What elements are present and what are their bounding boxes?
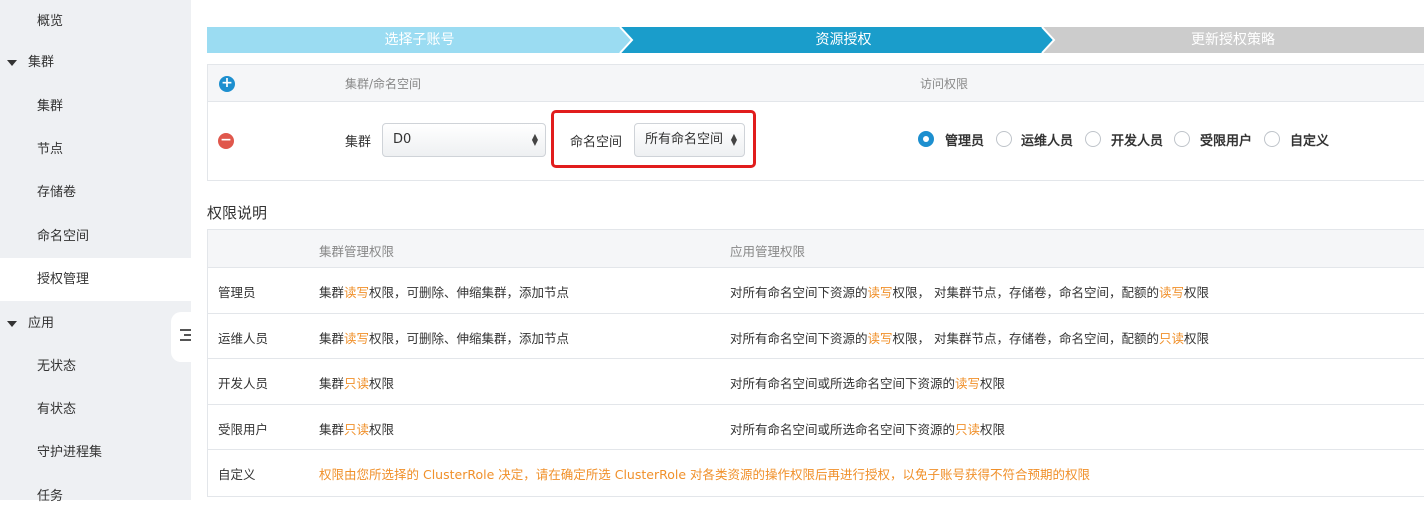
select-arrows-icon: ▲ ▼ xyxy=(531,132,538,147)
step-separator xyxy=(1041,27,1056,53)
add-row-icon[interactable]: + xyxy=(219,76,235,92)
role-label-admin: 管理员 xyxy=(945,134,985,149)
cluster-permission: 集群只读权限 xyxy=(319,421,395,437)
role-name: 自定义 xyxy=(218,467,256,482)
sidebar-item-label: 授权管理 xyxy=(37,272,90,287)
table-row: 受限用户 集群只读权限 对所有命名空间或所选命名空间下资源的只读权限 xyxy=(208,405,1424,450)
cluster-permission: 集群读写权限，可删除、伸缩集群，添加节点 xyxy=(319,330,570,346)
annotation-highlight-box xyxy=(551,110,756,168)
step-separator xyxy=(619,27,634,53)
table-row: 自定义 权限由您所选择的 ClusterRole 决定，请在确定所选 Clust… xyxy=(208,450,1424,496)
role-name: 运维人员 xyxy=(218,330,269,346)
sidebar-item-namespaces[interactable]: 命名空间 xyxy=(0,215,191,258)
role-radio-restricted[interactable] xyxy=(1174,131,1190,147)
app-permission: 对所有命名空间或所选命名空间下资源的读写权限 xyxy=(730,376,1006,391)
step-select-subaccount: 选择子账号 xyxy=(207,27,632,53)
cluster-select-value: D0 xyxy=(393,132,412,147)
step-update-policy: 更新授权策略 xyxy=(1042,27,1424,53)
role-radio-custom[interactable] xyxy=(1264,131,1280,147)
sidebar-item-label: 集群 xyxy=(28,55,55,70)
app-permission: 对所有命名空间下资源的读写权限， 对集群节点，存储卷，命名空间，配额的只读权限 xyxy=(730,330,1210,346)
sidebar-item-label: 概览 xyxy=(37,14,64,29)
step-label: 资源授权 xyxy=(815,32,872,48)
caret-down-icon xyxy=(7,321,17,327)
role-label-custom: 自定义 xyxy=(1290,134,1330,149)
app-permission: 对所有命名空间下资源的读写权限， 对集群节点，存储卷，命名空间，配额的读写权限 xyxy=(730,285,1210,300)
sidebar-item-label: 应用 xyxy=(28,316,55,331)
role-radio-dev[interactable] xyxy=(1085,131,1101,147)
role-radio-ops[interactable] xyxy=(996,131,1012,147)
sidebar-item-daemonsets[interactable]: 守护进程集 xyxy=(0,431,191,474)
header-app-permission: 应用管理权限 xyxy=(730,244,806,259)
cluster-permission: 集群只读权限 xyxy=(319,376,395,391)
role-label-dev: 开发人员 xyxy=(1111,134,1164,149)
role-name: 受限用户 xyxy=(218,421,269,437)
wizard-steps: 选择子账号 资源授权 更新授权策略 xyxy=(207,27,1424,53)
sidebar-item-label: 无状态 xyxy=(37,359,77,374)
sidebar: 概览 集群 集群 节点 存储卷 命名空间 授权管理 应用 无状态 有状态 守护进… xyxy=(0,0,191,504)
cluster-permission: 集群读写权限，可删除、伸缩集群，添加节点 xyxy=(319,285,570,300)
sidebar-item-jobs[interactable]: 任务 xyxy=(0,475,191,518)
remove-row-icon[interactable]: − xyxy=(218,133,234,149)
sidebar-item-label: 存储卷 xyxy=(37,185,77,200)
role-name: 开发人员 xyxy=(218,376,269,391)
permission-table: 集群管理权限 应用管理权限 管理员 集群读写权限，可删除、伸缩集群，添加节点 对… xyxy=(207,229,1424,497)
sidebar-item-statefulsets[interactable]: 有状态 xyxy=(0,388,191,431)
sidebar-item-nodes[interactable]: 节点 xyxy=(0,128,191,171)
table-row: 管理员 集群读写权限，可删除、伸缩集群，添加节点 对所有命名空间下资源的读写权限… xyxy=(208,268,1424,314)
sidebar-item-label: 有状态 xyxy=(37,402,77,417)
sidebar-group-cluster[interactable]: 集群 xyxy=(0,41,191,84)
sidebar-item-volumes[interactable]: 存储卷 xyxy=(0,171,191,214)
cluster-label: 集群 xyxy=(345,135,372,150)
permission-table-header: 集群管理权限 应用管理权限 xyxy=(208,230,1424,268)
table-row: 运维人员 集群读写权限，可删除、伸缩集群，添加节点 对所有命名空间下资源的读写权… xyxy=(208,314,1424,359)
cluster-select[interactable]: D0 ▲ ▼ xyxy=(382,123,546,157)
step-label: 更新授权策略 xyxy=(1191,32,1275,48)
sidebar-item-authorization[interactable]: 授权管理 xyxy=(0,258,191,301)
caret-down-icon xyxy=(7,60,17,66)
sidebar-item-label: 守护进程集 xyxy=(37,445,103,460)
sidebar-item-label: 命名空间 xyxy=(37,229,90,244)
role-label-restricted: 受限用户 xyxy=(1200,134,1253,149)
header-scope: 集群/命名空间 xyxy=(345,77,422,91)
header-access: 访问权限 xyxy=(920,77,969,91)
sidebar-item-label: 任务 xyxy=(37,489,64,504)
sidebar-item-deployments[interactable]: 无状态 xyxy=(0,345,191,388)
step-resource-authorization: 资源授权 xyxy=(620,27,1067,53)
sidebar-item-label: 集群 xyxy=(37,99,64,114)
role-name: 管理员 xyxy=(218,285,256,300)
sidebar-item-overview[interactable]: 概览 xyxy=(0,0,191,43)
sidebar-group-apps[interactable]: 应用 xyxy=(0,302,191,345)
role-label-ops: 运维人员 xyxy=(1021,134,1074,149)
section-title: 权限说明 xyxy=(207,204,268,222)
step-label: 选择子账号 xyxy=(384,32,455,48)
app-permission: 对所有命名空间或所选命名空间下资源的只读权限 xyxy=(730,421,1006,437)
header-cluster-permission: 集群管理权限 xyxy=(319,244,395,259)
role-radio-admin[interactable] xyxy=(918,131,934,147)
custom-permission-note: 权限由您所选择的 ClusterRole 决定，请在确定所选 ClusterRo… xyxy=(319,467,1090,482)
sidebar-item-clusters[interactable]: 集群 xyxy=(0,85,191,128)
table-row: 开发人员 集群只读权限 对所有命名空间或所选命名空间下资源的读写权限 xyxy=(208,359,1424,405)
sidebar-item-label: 节点 xyxy=(37,142,64,157)
authorization-table-header: + 集群/命名空间 访问权限 xyxy=(208,65,1424,102)
collapse-menu-icon xyxy=(180,329,191,342)
